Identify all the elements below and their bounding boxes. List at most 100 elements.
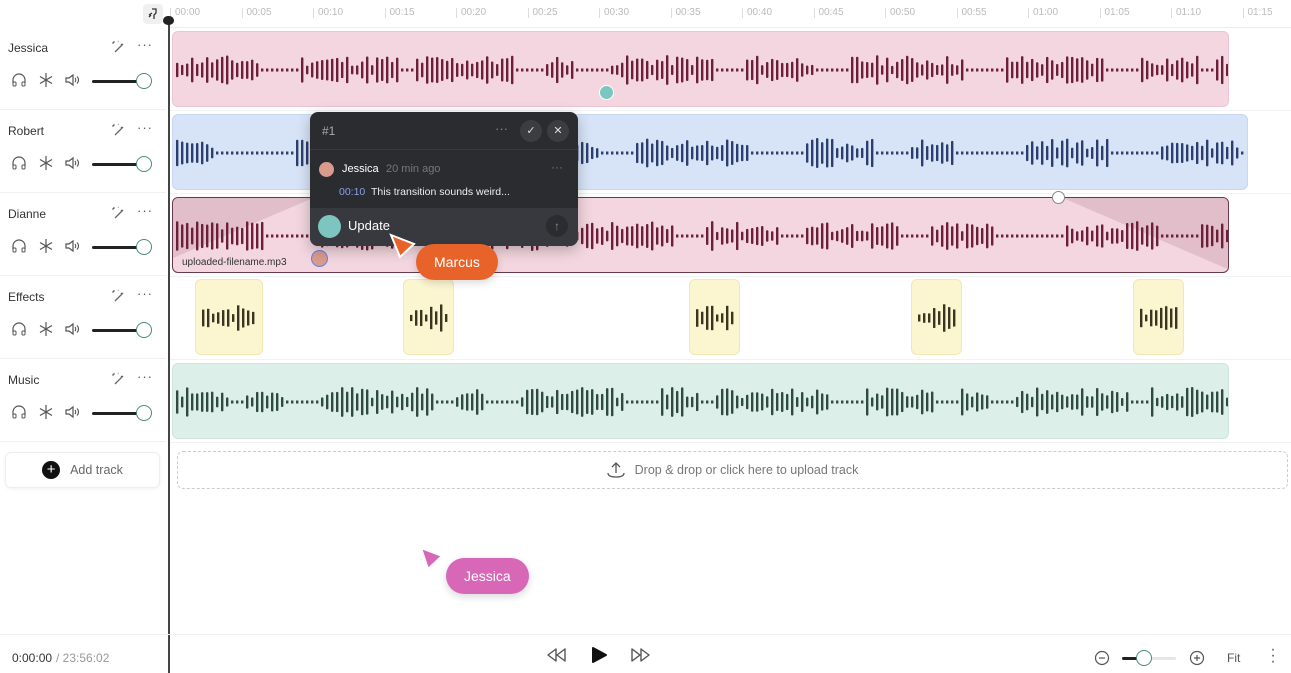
speaker-icon[interactable] (64, 72, 80, 88)
snowflake-icon[interactable] (38, 238, 54, 254)
zoom-in-icon[interactable] (1189, 650, 1205, 666)
headphones-icon[interactable] (11, 155, 27, 171)
headphones-icon[interactable] (11, 404, 27, 420)
waveform-bar (1206, 68, 1209, 72)
waveform-bar (211, 62, 214, 78)
waveform-bar (681, 57, 684, 83)
waveform-bar (816, 138, 819, 168)
waveform-bar (751, 151, 754, 155)
waveform-bar (1081, 388, 1084, 416)
waveform-bar (1121, 230, 1124, 242)
fit-button[interactable]: Fit (1227, 651, 1240, 665)
track-name[interactable]: Effects (8, 290, 44, 304)
waveform-bar (1175, 307, 1178, 329)
zoom-out-icon[interactable] (1094, 650, 1110, 666)
magic-wand-icon[interactable] (110, 371, 126, 387)
waveform-bar (1041, 64, 1044, 76)
waveform-bar (601, 393, 604, 411)
track-more-button[interactable]: ··· (137, 369, 153, 384)
close-button[interactable]: ✕ (547, 120, 569, 142)
track-more-button[interactable]: ··· (137, 203, 153, 218)
waveform-bar (1186, 234, 1189, 238)
track-name[interactable]: Dianne (8, 207, 46, 221)
waveform-bar (216, 396, 219, 408)
speaker-icon[interactable] (64, 238, 80, 254)
effect-clip[interactable] (911, 279, 962, 355)
waveform-bar (761, 65, 764, 75)
comment-marker-avatar[interactable] (311, 250, 328, 267)
waveform-bar (631, 60, 634, 80)
fast-forward-icon[interactable] (630, 647, 652, 663)
volume-slider-thumb[interactable] (136, 405, 152, 421)
track-name[interactable]: Music (8, 373, 39, 387)
waveform-bar (176, 62, 179, 78)
effect-clip[interactable] (403, 279, 454, 355)
waveform-bar (811, 64, 814, 76)
reply-input[interactable] (348, 218, 528, 233)
timeline-ruler[interactable]: 00:00 00:05 00:10 00:15 00:20 00:25 00:30 00:35… (168, 0, 1291, 28)
snowflake-icon[interactable] (38, 72, 54, 88)
playhead[interactable] (168, 17, 170, 673)
rewind-icon[interactable] (545, 647, 567, 663)
more-options-icon[interactable]: · · · (1270, 642, 1276, 670)
comment-thread-more-button[interactable]: ··· (495, 121, 508, 136)
snowflake-icon[interactable] (38, 321, 54, 337)
clip-music[interactable] (172, 363, 1229, 439)
magic-wand-icon[interactable] (110, 288, 126, 304)
fade-handle[interactable] (1052, 191, 1065, 204)
magic-wand-icon[interactable] (110, 122, 126, 138)
volume-slider-thumb[interactable] (136, 322, 152, 338)
waveform-bar (446, 60, 449, 80)
comment-timestamp-link[interactable]: 00:10 (339, 186, 365, 198)
ruler-tick-label: 00:20 (456, 8, 486, 18)
headphones-icon[interactable] (11, 321, 27, 337)
track-more-button[interactable]: ··· (137, 120, 153, 135)
magic-wand-icon[interactable] (110, 39, 126, 55)
waveform-bar (831, 138, 834, 168)
comment-marker-avatar[interactable] (599, 85, 614, 100)
snowflake-icon[interactable] (38, 155, 54, 171)
volume-slider-thumb[interactable] (136, 156, 152, 172)
track-name[interactable]: Jessica (8, 41, 48, 55)
play-icon[interactable] (590, 646, 608, 664)
effect-clip[interactable] (689, 279, 740, 355)
waveform-bar (771, 231, 774, 241)
track-name[interactable]: Robert (8, 124, 44, 138)
headphones-icon[interactable] (11, 72, 27, 88)
speaker-icon[interactable] (64, 155, 80, 171)
waveform-bar (656, 227, 659, 245)
waveform-bar (381, 394, 384, 410)
clip-jessica[interactable] (172, 31, 1229, 107)
waveform-bar (321, 397, 324, 407)
waveform-bar (181, 396, 184, 408)
volume-slider-thumb[interactable] (136, 73, 152, 89)
waveform-bar (281, 151, 284, 155)
effect-clip[interactable] (195, 279, 263, 355)
snowflake-icon[interactable] (38, 404, 54, 420)
waveform-bar (726, 68, 729, 72)
waveform-bar (1006, 234, 1009, 238)
magic-wand-icon[interactable] (110, 205, 126, 221)
playhead-handle[interactable] (163, 16, 174, 25)
resolve-button[interactable]: ✓ (520, 120, 542, 142)
avatar (319, 162, 334, 177)
waveform-bar (586, 68, 589, 72)
speaker-icon[interactable] (64, 404, 80, 420)
send-button[interactable]: ↑ (546, 215, 568, 237)
upload-drop-zone[interactable]: Drop & drop or click here to upload trac… (177, 451, 1288, 489)
track-more-button[interactable]: ··· (137, 286, 153, 301)
speaker-icon[interactable] (64, 321, 80, 337)
volume-slider-thumb[interactable] (136, 239, 152, 255)
comment-more-button[interactable]: ··· (551, 160, 563, 174)
waveform-bar (411, 392, 414, 412)
add-track-button[interactable]: + Add track (5, 452, 160, 488)
waveform-bar (1101, 393, 1104, 411)
track-more-button[interactable]: ··· (137, 37, 153, 52)
zoom-slider-thumb[interactable] (1135, 650, 1152, 666)
waveform-bar (1036, 234, 1039, 238)
headphones-icon[interactable] (11, 238, 27, 254)
waveform-bar (306, 234, 309, 238)
effect-clip[interactable] (1133, 279, 1184, 355)
waveform-bar (1011, 234, 1014, 238)
waveform-bar (796, 234, 799, 238)
